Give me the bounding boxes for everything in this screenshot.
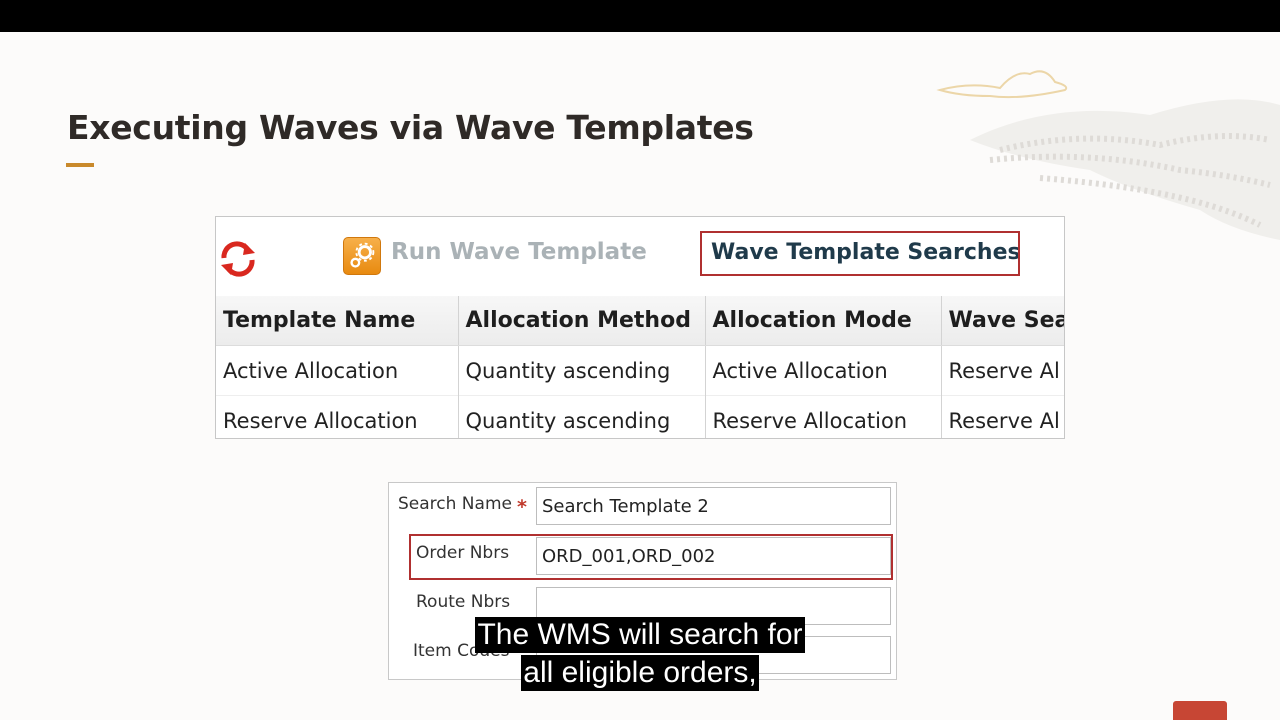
table-cell: Active Allocation <box>216 345 459 396</box>
wave-template-table: Template Name Allocation Method Allocati… <box>216 296 1064 438</box>
table-cell: Quantity ascending <box>458 395 706 438</box>
table-cell: Reserve Allocation <box>705 395 942 438</box>
column-header-wave-search[interactable]: Wave Sea <box>941 296 1064 346</box>
column-header-template-name[interactable]: Template Name <box>216 296 459 346</box>
title-accent-bar <box>66 163 94 167</box>
search-form: Search Name * Order Nbrs Route Nbrs Item… <box>388 482 897 680</box>
item-codes-label: Item Codes <box>413 641 510 661</box>
refresh-icon[interactable] <box>218 241 258 277</box>
table-cell: Active Allocation <box>705 345 942 396</box>
slide-title: Executing Waves via Wave Templates <box>67 108 754 147</box>
route-nbrs-input[interactable] <box>536 587 891 625</box>
route-nbrs-label: Route Nbrs <box>416 592 511 612</box>
order-nbrs-input[interactable] <box>536 537 891 575</box>
corner-badge <box>1173 701 1227 720</box>
video-top-bar <box>0 0 1280 32</box>
search-name-label: Search Name <box>398 494 512 514</box>
required-mark: * <box>517 496 527 518</box>
search-name-input[interactable] <box>536 487 891 525</box>
table-header-row: Template Name Allocation Method Allocati… <box>216 296 1064 346</box>
column-header-allocation-mode[interactable]: Allocation Mode <box>705 296 942 346</box>
item-codes-input[interactable] <box>536 636 891 674</box>
wave-template-panel: Run Wave Template Wave Template Searches… <box>215 216 1065 439</box>
table-cell: Reserve Al <box>941 395 1064 438</box>
column-header-allocation-method[interactable]: Allocation Method <box>458 296 706 346</box>
gears-icon[interactable] <box>343 237 381 275</box>
table-cell: Reserve Allocation <box>216 395 459 438</box>
toolbar: Run Wave Template Wave Template Searches <box>216 217 1064 296</box>
table-cell: Reserve Al <box>941 345 1064 396</box>
table-cell: Quantity ascending <box>458 345 706 396</box>
wave-template-searches-button[interactable]: Wave Template Searches <box>700 231 1020 276</box>
table-row[interactable]: Active Allocation Quantity ascending Act… <box>216 345 1064 396</box>
table-row[interactable]: Reserve Allocation Quantity ascending Re… <box>216 395 1064 438</box>
order-nbrs-label: Order Nbrs <box>416 543 510 563</box>
run-wave-template-button[interactable]: Run Wave Template <box>391 239 647 265</box>
